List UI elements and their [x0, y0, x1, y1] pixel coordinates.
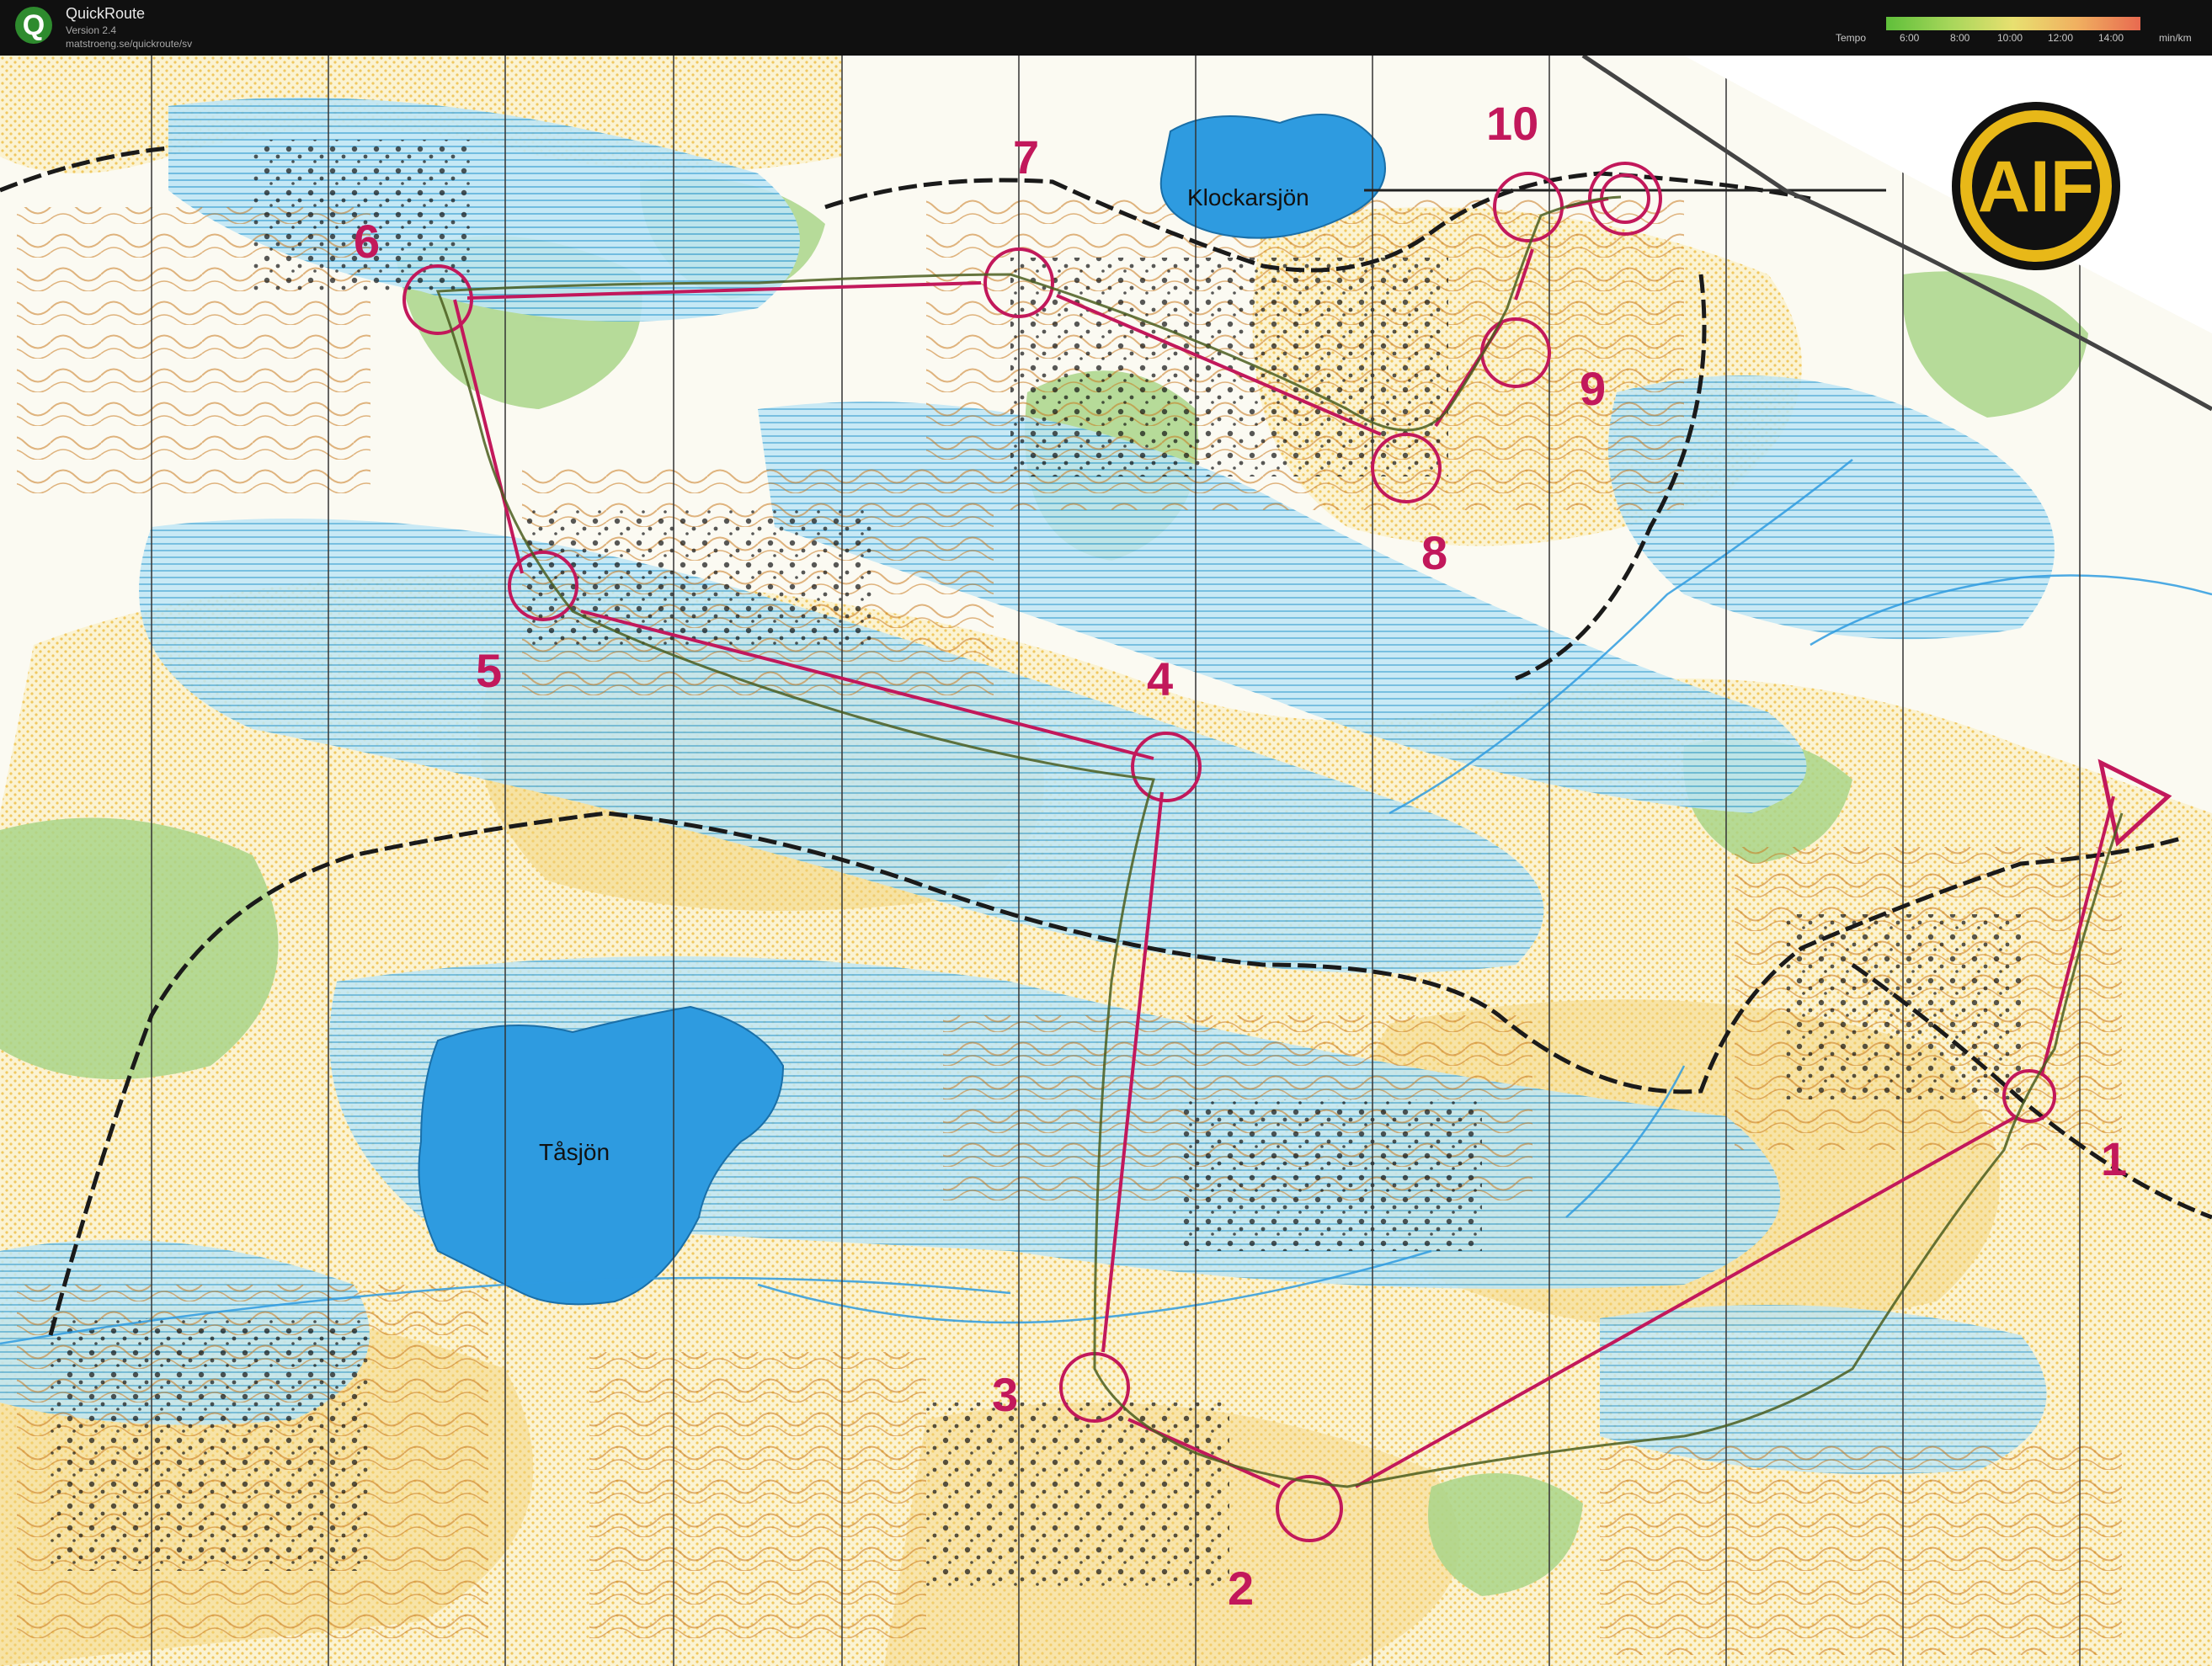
control-number-4: 4 — [1147, 652, 1173, 705]
control-number-2: 2 — [1228, 1562, 1254, 1615]
quickroute-header-bar: Q QuickRoute Version 2.4 matstroeng.se/q… — [0, 0, 2212, 56]
app-version: Version 2.4 — [66, 24, 117, 36]
control-number-3: 3 — [992, 1368, 1018, 1421]
tempo-tick: 12:00 — [2048, 32, 2074, 44]
club-logo: AIF — [1952, 102, 2120, 270]
control-number-1: 1 — [2101, 1132, 2127, 1185]
orienteering-map[interactable]: 1 2 3 4 5 6 7 8 9 10 Klockarsjön Tåsjön … — [0, 56, 2212, 1666]
klockarsjon-label: Klockarsjön — [1187, 184, 1309, 210]
tasjon-label: Tåsjön — [539, 1139, 610, 1165]
tempo-label: Tempo — [1836, 32, 1867, 44]
control-number-7: 7 — [1013, 130, 1039, 184]
app-url[interactable]: matstroeng.se/quickroute/sv — [66, 38, 192, 50]
control-number-6: 6 — [354, 215, 380, 268]
club-logo-text: AIF — [1978, 146, 2095, 227]
tempo-tick: 14:00 — [2098, 32, 2124, 44]
app-title: QuickRoute — [66, 5, 146, 22]
tempo-tick: 10:00 — [1997, 32, 2023, 44]
control-number-5: 5 — [476, 644, 502, 697]
control-number-10: 10 — [1486, 97, 1538, 150]
tempo-tick: 8:00 — [1950, 32, 1970, 44]
tempo-tick: 6:00 — [1900, 32, 1920, 44]
quickroute-logo-icon: Q — [15, 7, 52, 44]
control-number-8: 8 — [1421, 526, 1447, 579]
tempo-color-scale — [1886, 17, 2140, 30]
control-number-9: 9 — [1580, 362, 1606, 415]
tempo-unit: min/km — [2159, 32, 2192, 44]
